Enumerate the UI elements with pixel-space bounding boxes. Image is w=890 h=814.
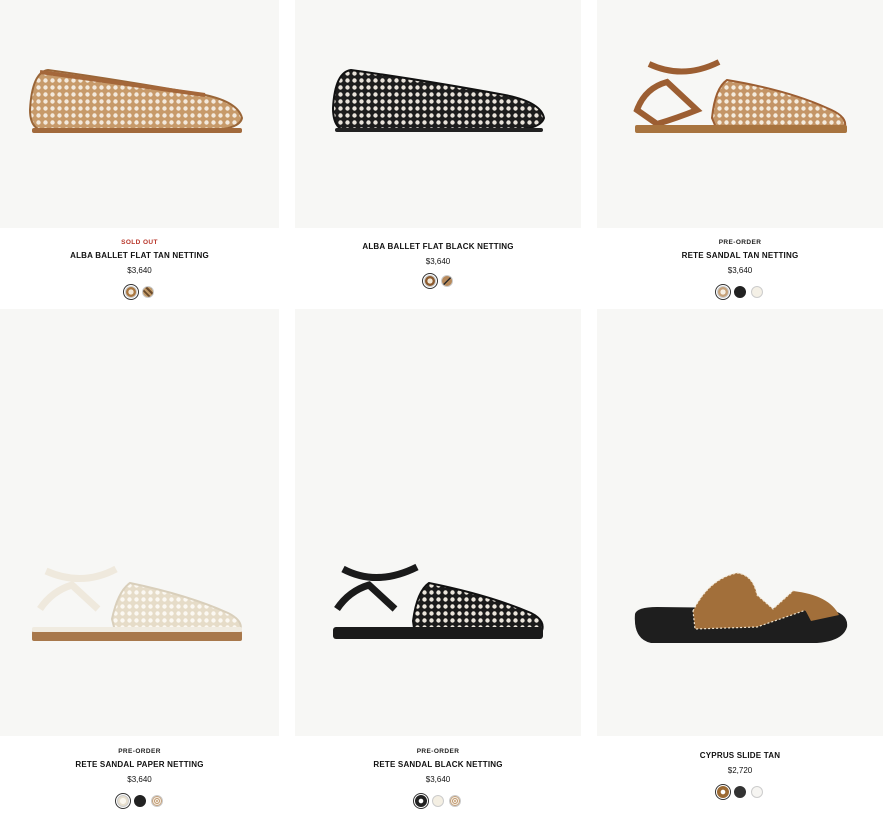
product-card-rete-paper[interactable]: PRE-ORDER RETE SANDAL PAPER NETTING $3,6… (0, 309, 279, 814)
swatch-tan-netting[interactable] (123, 284, 139, 300)
ballet-flat-tan-image (28, 68, 244, 133)
product-image[interactable] (0, 309, 279, 736)
swatch-netting-tan[interactable] (150, 795, 163, 807)
ballet-flat-black-image (331, 68, 546, 132)
swatch-black[interactable] (734, 786, 746, 798)
swatch-tan-stripe[interactable] (440, 275, 453, 287)
product-image[interactable] (597, 0, 883, 228)
product-name[interactable]: RETE SANDAL PAPER NETTING (0, 760, 279, 770)
swatch-black[interactable] (413, 793, 429, 809)
swatch-cream[interactable] (432, 795, 444, 807)
pre-order-badge: PRE-ORDER (118, 748, 161, 755)
pre-order-badge: PRE-ORDER (718, 239, 762, 246)
swatch-tan-netting[interactable] (421, 273, 438, 289)
product-image[interactable] (295, 0, 581, 228)
product-price: $3,640 (425, 257, 451, 266)
product-name[interactable]: RETE SANDAL BLACK NETTING (295, 760, 581, 770)
product-price: $3,640 (727, 266, 753, 275)
sold-out-badge: SOLD OUT (121, 239, 158, 246)
product-price: $3,640 (127, 775, 152, 784)
swatch-black[interactable] (133, 795, 146, 807)
product-price: $3,640 (127, 266, 152, 275)
product-price: $3,640 (425, 775, 451, 784)
product-name[interactable]: ALBA BALLET FLAT BLACK NETTING (295, 242, 581, 252)
swatch-cream[interactable] (114, 793, 131, 809)
rete-sandal-paper-image (32, 565, 242, 641)
product-image[interactable] (597, 309, 883, 736)
product-name[interactable]: CYPRUS SLIDE TAN (597, 751, 883, 761)
product-image[interactable] (0, 0, 279, 228)
product-name[interactable]: ALBA BALLET FLAT TAN NETTING (0, 251, 279, 261)
product-card-alba-tan[interactable]: SOLD OUT ALBA BALLET FLAT TAN NETTING $3… (0, 0, 279, 305)
swatch-netting-tan[interactable] (449, 795, 461, 807)
product-card-rete-black[interactable]: PRE-ORDER RETE SANDAL BLACK NETTING $3,6… (295, 309, 581, 814)
pre-order-badge: PRE-ORDER (416, 748, 460, 755)
product-card-alba-black[interactable]: ALBA BALLET FLAT BLACK NETTING $3,640 (295, 0, 581, 305)
product-image[interactable] (295, 309, 581, 736)
swatch-tan-check[interactable] (142, 286, 154, 298)
product-price: $2,720 (727, 766, 753, 775)
swatch-white[interactable] (751, 786, 763, 798)
swatch-black[interactable] (734, 286, 746, 298)
swatch-cream[interactable] (751, 286, 763, 298)
product-name[interactable]: RETE SANDAL TAN NETTING (597, 251, 883, 261)
product-card-rete-tan[interactable]: PRE-ORDER RETE SANDAL TAN NETTING $3,640 (597, 0, 883, 305)
swatch-netting-light[interactable] (715, 284, 731, 300)
cyprus-slide-tan-image (634, 572, 848, 643)
rete-sandal-tan-image (633, 59, 847, 133)
rete-sandal-black-image (333, 563, 544, 639)
swatch-tan-suede[interactable] (715, 784, 731, 800)
product-card-cyprus-slide[interactable]: CYPRUS SLIDE TAN $2,720 (597, 309, 883, 814)
